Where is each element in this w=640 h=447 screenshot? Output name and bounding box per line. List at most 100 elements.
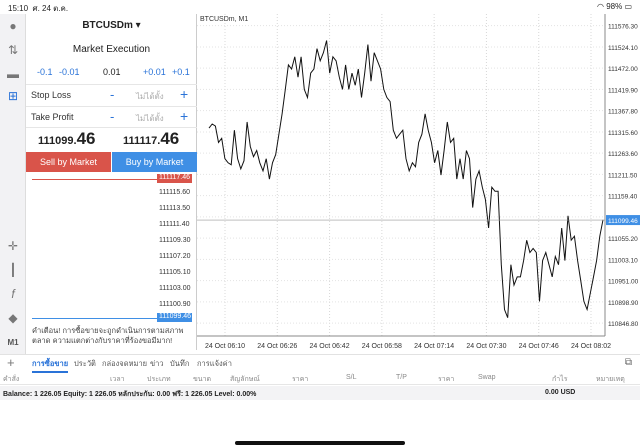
y-tick-label: 111576.30 xyxy=(608,24,638,31)
bid-price: 111099.46 xyxy=(38,129,96,148)
chat-icon[interactable]: ▬ xyxy=(5,66,21,82)
crosshair-icon[interactable]: ✛ xyxy=(5,238,21,254)
take-profit-row: Take Profit - ไม่ได้ตั้ง + xyxy=(26,108,197,125)
y-tick-label: 111003.10 xyxy=(608,257,638,264)
wifi-icon: ◠ xyxy=(596,2,604,11)
chart-title: BTCUSDm, M1 xyxy=(200,16,249,23)
y-tick-label: 110898.90 xyxy=(608,300,639,307)
balance-row: Balance: 1 226.05 Equity: 1 226.05 หลักป… xyxy=(0,386,640,400)
x-tick-label: 24 Oct 06:10 xyxy=(205,343,245,350)
stop-loss-row: Stop Loss - ไม่ได้ตั้ง + xyxy=(26,86,197,103)
column-header: ขนาด xyxy=(193,376,212,383)
status-bar: 15:10 ศ. 24 ต.ค. ◠ 98% ▭ xyxy=(0,0,640,14)
ask-line xyxy=(32,179,158,180)
stop-loss-plus-button[interactable]: + xyxy=(180,86,188,102)
status-right: ◠ 98% ▭ xyxy=(597,2,632,11)
buy-by-market-button[interactable]: Buy by Market xyxy=(112,152,197,172)
column-header: T/P xyxy=(396,374,407,381)
battery-label: 98% xyxy=(606,2,623,11)
y-tick-label: 111472.00 xyxy=(608,66,638,73)
objects-icon[interactable]: ◆ xyxy=(5,310,21,326)
x-tick-label: 24 Oct 07:30 xyxy=(466,343,506,350)
symbol-selector[interactable]: BTCUSDm ▾ xyxy=(26,20,197,31)
price-series-line xyxy=(208,40,604,318)
stop-loss-label: Stop Loss xyxy=(31,90,72,100)
y-tick-label: 111055.20 xyxy=(608,236,638,243)
take-profit-minus-button[interactable]: - xyxy=(110,109,114,124)
column-header: กำไร xyxy=(552,376,568,383)
market-warning: คำเตือน! การซื้อขายจะถูกดำเนินการตามสภาพ… xyxy=(32,326,184,345)
ladder-level: 111115.60 xyxy=(159,189,191,196)
x-tick-label: 24 Oct 06:42 xyxy=(310,343,350,350)
take-profit-input[interactable]: ไม่ได้ตั้ง xyxy=(136,112,164,125)
column-header: คำสั่ง xyxy=(3,376,20,383)
order-panel: BTCUSDm ▾ Market Execution -0.1 -0.01 0.… xyxy=(26,14,197,350)
timeframe-button[interactable]: M1 xyxy=(5,334,21,350)
home-indicator[interactable] xyxy=(235,441,405,445)
take-profit-label: Take Profit xyxy=(31,112,74,122)
column-header: S/L xyxy=(346,374,357,381)
chevron-down-icon: ▾ xyxy=(135,20,141,31)
stop-loss-input[interactable]: ไม่ได้ตั้ง xyxy=(136,90,164,103)
y-tick-label: 111315.60 xyxy=(608,130,638,137)
left-toolbar: ● ⇅ ▬ ⊞ ✛ ┃ f ◆ M1 xyxy=(0,14,26,354)
ladder-level: 111103.00 xyxy=(159,285,191,292)
quote-prices: 111099.46 111117.46 xyxy=(26,129,197,151)
trade-table-header: คำสั่ง เวลา ประเภท ขนาด สัญลักษณ์ ราคา S… xyxy=(0,371,640,385)
y-tick-label: 110846.80 xyxy=(608,321,639,328)
tab-journal[interactable]: บันทึก xyxy=(170,358,189,370)
lot-stepper: -0.1 -0.01 0.01 +0.01 +0.1 xyxy=(26,67,197,81)
sell-by-market-button[interactable]: Sell by Market xyxy=(26,152,111,172)
new-order-icon[interactable]: ⊞ xyxy=(5,88,21,104)
battery-icon: ▭ xyxy=(624,2,632,11)
lot-minus-0.1-button[interactable]: -0.1 xyxy=(37,67,53,77)
current-price-label: 111099.46 xyxy=(608,218,638,225)
chart-type-icon[interactable]: ┃ xyxy=(5,262,21,278)
column-header: ราคา xyxy=(438,376,455,383)
bottom-tab-bar: + การซื้อขาย ประวัติ กล่องจดหมาย ข่าว บั… xyxy=(0,354,640,373)
divider xyxy=(26,84,197,85)
x-tick-label: 24 Oct 06:58 xyxy=(362,343,402,350)
tab-news[interactable]: ข่าว xyxy=(150,358,164,370)
tab-history[interactable]: ประวัติ xyxy=(74,358,96,370)
account-icon[interactable]: ● xyxy=(5,18,21,34)
lot-minus-0.01-button[interactable]: -0.01 xyxy=(59,67,80,77)
execution-type[interactable]: Market Execution xyxy=(26,44,197,55)
column-header: Swap xyxy=(478,374,496,381)
column-header: หมายเหตุ xyxy=(596,376,625,383)
price-chart[interactable]: 24 Oct 06:10 24 Oct 06:26 24 Oct 06:42 24 O… xyxy=(197,14,640,354)
take-profit-plus-button[interactable]: + xyxy=(180,108,188,124)
lot-plus-0.01-button[interactable]: +0.01 xyxy=(143,67,166,77)
divider xyxy=(26,106,197,107)
balance-text: Balance: 1 226.05 Equity: 1 226.05 หลักป… xyxy=(3,391,257,398)
y-tick-label: 111524.10 xyxy=(608,45,638,52)
column-header: สัญลักษณ์ xyxy=(230,376,260,383)
ladder-level: 111107.20 xyxy=(159,253,191,260)
bid-tag: 111099.46 xyxy=(157,313,192,322)
y-tick-label: 111263.60 xyxy=(608,151,638,158)
indicators-icon[interactable]: f xyxy=(5,286,21,302)
layout-icon[interactable]: ⧉ xyxy=(625,357,632,368)
column-header: ราคา xyxy=(292,376,309,383)
y-tick-label: 111419.90 xyxy=(608,87,638,94)
y-tick-label: 111159.40 xyxy=(608,194,638,201)
ladder-level: 111100.90 xyxy=(159,301,191,308)
tab-alerts[interactable]: การแจ้งค่า xyxy=(197,358,232,370)
column-header: เวลา xyxy=(110,376,125,383)
lot-value[interactable]: 0.01 xyxy=(103,67,121,77)
ladder-level: 111105.10 xyxy=(159,269,191,276)
y-tick-label: 111211.50 xyxy=(608,172,638,179)
x-tick-label: 24 Oct 07:46 xyxy=(519,343,559,350)
ask-tag: 111117.46 xyxy=(157,174,192,183)
lot-plus-0.1-button[interactable]: +0.1 xyxy=(172,67,190,77)
divider xyxy=(26,127,197,128)
stop-loss-minus-button[interactable]: - xyxy=(110,87,114,102)
price-ladder: 111117.46 111115.60 111113.50 111111.40 … xyxy=(26,174,197,322)
y-tick-label: 110951.00 xyxy=(608,279,639,286)
column-header: ประเภท xyxy=(147,376,171,383)
profit-amount: 0.00 USD xyxy=(545,389,576,396)
tab-mailbox[interactable]: กล่องจดหมาย xyxy=(102,358,147,370)
add-icon[interactable]: + xyxy=(7,355,15,370)
ask-price: 111117.46 xyxy=(123,129,180,148)
symbols-icon[interactable]: ⇅ xyxy=(5,42,21,58)
